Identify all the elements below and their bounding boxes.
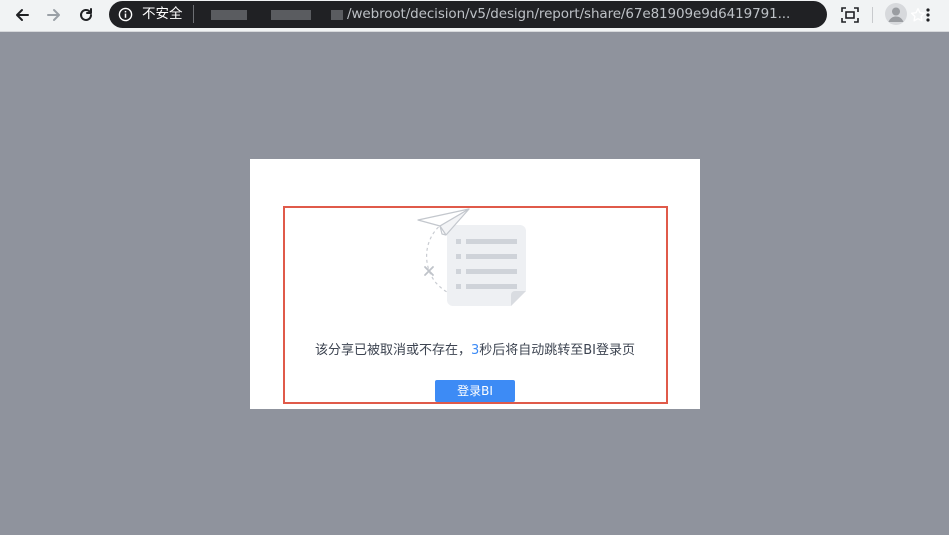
reload-button[interactable] — [72, 2, 100, 28]
address-bar[interactable]: 不安全 /webroot/decision/v5/design/report/s… — [109, 1, 926, 28]
menu-button[interactable] — [915, 2, 941, 28]
toolbar-divider — [872, 7, 873, 23]
message-prefix: 该分享已被取消或不存在， — [314, 343, 471, 358]
profile-button[interactable] — [885, 3, 907, 25]
info-icon[interactable] — [118, 7, 133, 22]
profile-icon — [888, 7, 904, 22]
forward-button[interactable] — [40, 2, 68, 28]
page-viewport: 该分享已被取消或不存在，3秒后将自动跳转至BI登录页 登录BI — [0, 32, 949, 535]
security-label[interactable]: 不安全 — [142, 6, 183, 23]
redacted-host-part — [211, 10, 247, 20]
screenshot-button[interactable] — [837, 2, 863, 28]
login-bi-button[interactable]: 登录BI — [435, 380, 515, 402]
url-text[interactable]: /webroot/decision/v5/design/report/share… — [347, 6, 790, 23]
screenshot-icon — [841, 7, 859, 23]
redacted-host-part — [331, 10, 343, 20]
message-suffix: 秒后将自动跳转至BI登录页 — [479, 343, 636, 358]
menu-icon — [926, 8, 930, 22]
paper-plane-document-icon — [417, 208, 526, 306]
share-invalid-dialog: 该分享已被取消或不存在，3秒后将自动跳转至BI登录页 登录BI — [250, 159, 700, 409]
browser-toolbar: 不安全 /webroot/decision/v5/design/report/s… — [0, 0, 949, 32]
forward-arrow-icon — [47, 9, 60, 21]
address-separator — [193, 5, 194, 23]
reload-icon — [80, 8, 92, 21]
redacted-host-part — [271, 10, 311, 20]
back-button[interactable] — [8, 2, 36, 28]
share-invalid-message: 该分享已被取消或不存在，3秒后将自动跳转至BI登录页 — [250, 342, 700, 359]
back-arrow-icon — [16, 9, 29, 21]
